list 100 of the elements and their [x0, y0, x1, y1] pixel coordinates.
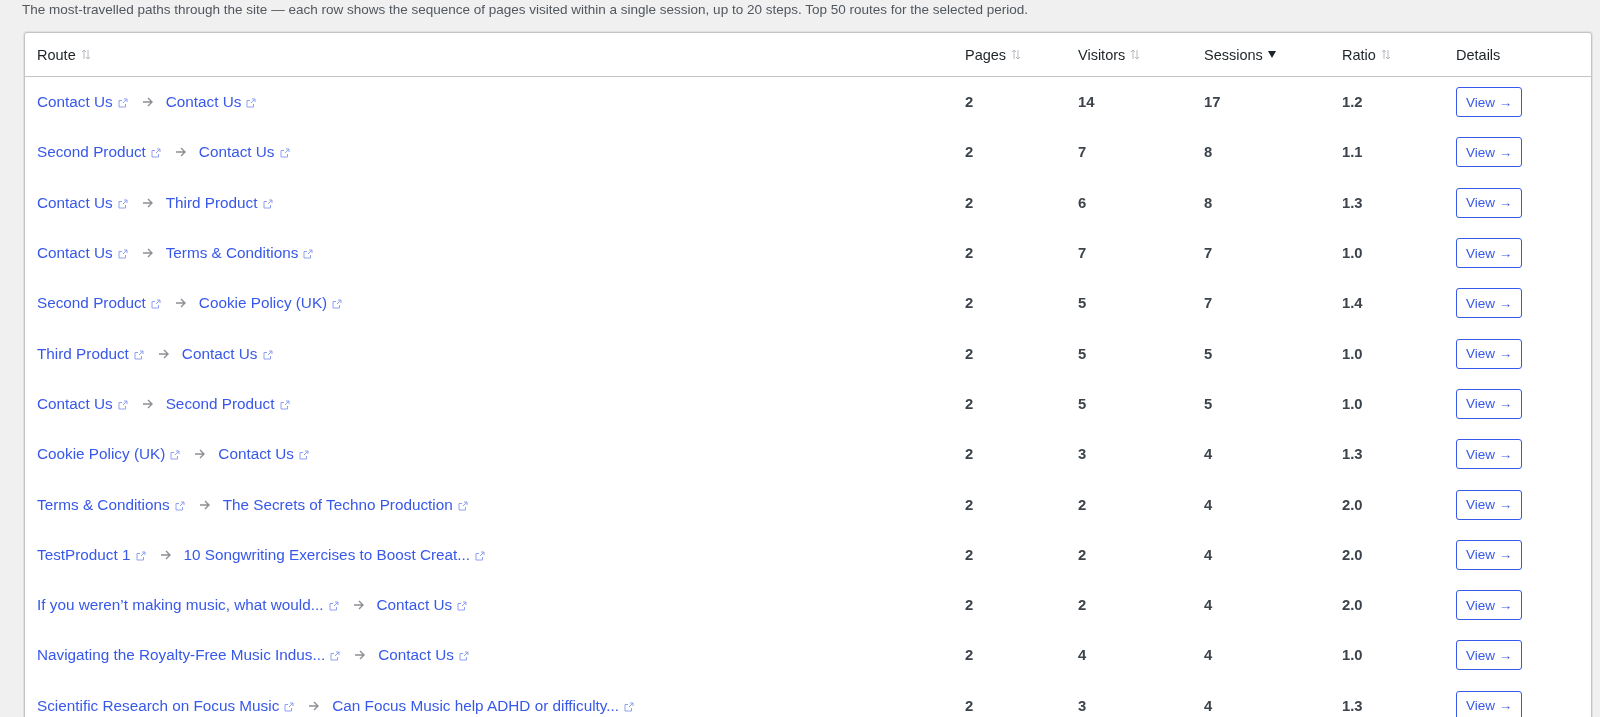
table-cell: 7: [1078, 245, 1087, 262]
page-link[interactable]: Contact Us: [378, 646, 454, 665]
external-link-icon[interactable]: [246, 98, 257, 109]
column-header[interactable]: Sessions: [1204, 46, 1276, 63]
external-link-icon[interactable]: [150, 148, 161, 159]
view-button[interactable]: View →: [1456, 489, 1523, 520]
arrow-right-icon: [141, 248, 154, 259]
external-link-icon[interactable]: [133, 349, 144, 360]
table-cell: 5: [1204, 395, 1213, 412]
page-link[interactable]: Second Product: [37, 294, 146, 313]
page-link[interactable]: Third Product: [37, 344, 129, 363]
sort-icon: [1380, 49, 1391, 60]
page-link[interactable]: Contact Us: [376, 596, 453, 615]
external-link-icon[interactable]: [135, 550, 146, 561]
external-link-icon[interactable]: [279, 148, 290, 159]
table-cell: 7: [1204, 245, 1213, 262]
page-link[interactable]: TestProduct 1: [37, 545, 131, 564]
column-header[interactable]: Pages: [965, 46, 1022, 63]
page-link[interactable]: Terms & Conditions: [165, 244, 299, 263]
table-cell: 1.2: [1342, 94, 1363, 111]
page-link[interactable]: Contact Us: [37, 93, 113, 112]
view-button[interactable]: View →: [1456, 238, 1523, 269]
external-link-icon[interactable]: [328, 601, 339, 612]
page-link[interactable]: Contact Us: [218, 445, 295, 464]
table-cell: 2: [965, 395, 974, 412]
external-link-icon[interactable]: [117, 98, 128, 109]
external-link-icon[interactable]: [624, 701, 635, 712]
arrow-right-icon: [198, 499, 211, 510]
page-link[interactable]: Contact Us: [37, 244, 113, 263]
table-cell: 2: [965, 295, 974, 312]
table-cell: 1.0: [1342, 245, 1363, 262]
arrow-right-icon: [174, 298, 187, 309]
external-link-icon[interactable]: [170, 450, 181, 461]
table-cell: 1.3: [1342, 194, 1363, 211]
table-cell: 4: [1204, 697, 1213, 714]
table-cell: 4: [1204, 647, 1213, 664]
table-cell: 2: [965, 496, 974, 513]
page-link[interactable]: If you weren’t making music, what would...: [37, 596, 324, 615]
page-link[interactable]: Contact Us: [181, 344, 258, 363]
view-button[interactable]: View →: [1456, 87, 1523, 118]
table-cell: 2: [965, 245, 974, 262]
table-cell: 2: [965, 94, 974, 111]
page-link[interactable]: Can Focus Music help ADHD or difficulty...: [332, 696, 620, 715]
external-link-icon[interactable]: [150, 299, 161, 310]
view-button[interactable]: View →: [1456, 187, 1523, 218]
external-link-icon[interactable]: [303, 249, 314, 260]
table-cell: 2: [965, 697, 974, 714]
arrow-right-icon: [141, 197, 154, 208]
table-cell: 7: [1204, 295, 1213, 312]
page-link[interactable]: Navigating the Royalty-Free Music Indus...: [37, 646, 326, 665]
view-button[interactable]: View →: [1456, 539, 1523, 570]
page-link[interactable]: Contact Us: [37, 193, 113, 212]
view-button[interactable]: View →: [1456, 338, 1523, 369]
view-button[interactable]: View →: [1456, 590, 1523, 621]
table-cell: 1.3: [1342, 446, 1363, 463]
page-link[interactable]: Second Product: [165, 394, 275, 413]
external-link-icon[interactable]: [174, 500, 185, 511]
external-link-icon[interactable]: [262, 198, 273, 209]
external-link-icon[interactable]: [117, 249, 128, 260]
external-link-icon[interactable]: [299, 450, 310, 461]
external-link-icon[interactable]: [457, 500, 468, 511]
table-cell: 4: [1204, 546, 1213, 563]
external-link-icon[interactable]: [458, 651, 469, 662]
external-link-icon[interactable]: [330, 651, 341, 662]
table-cell: 1.4: [1342, 295, 1363, 312]
page-link[interactable]: Cookie Policy (UK): [198, 294, 328, 313]
page-link[interactable]: Scientific Research on Focus Music: [37, 696, 280, 715]
column-header[interactable]: Ratio: [1342, 46, 1391, 63]
view-button[interactable]: View →: [1456, 640, 1523, 671]
page-link[interactable]: Cookie Policy (UK): [37, 445, 166, 464]
view-button[interactable]: View →: [1456, 288, 1523, 319]
page-link[interactable]: Terms & Conditions: [37, 495, 170, 514]
view-button[interactable]: View →: [1456, 690, 1523, 717]
page-link[interactable]: Contact Us: [198, 143, 275, 162]
page-link[interactable]: 10 Songwriting Exercises to Boost Creat...: [183, 545, 471, 564]
column-header[interactable]: Route: [37, 46, 91, 63]
description-text: The most-travelled paths through the site — each row shows the sequence of pages visited within a single session, up to 20 steps. Top 50 routes for the selected period.: [21, 1, 1030, 18]
external-link-icon[interactable]: [117, 399, 128, 410]
external-link-icon[interactable]: [117, 198, 128, 209]
table-cell: 1.0: [1342, 395, 1363, 412]
table-cell: 2: [965, 345, 974, 362]
external-link-icon[interactable]: [457, 601, 468, 612]
page-link[interactable]: Third Product: [165, 193, 258, 212]
column-header: Details: [1456, 46, 1501, 63]
page-link[interactable]: Contact Us: [37, 394, 113, 413]
table-cell: 2.0: [1342, 597, 1363, 614]
page-link[interactable]: The Secrets of Techno Production: [222, 495, 453, 514]
view-button[interactable]: View →: [1456, 388, 1523, 419]
page-link[interactable]: Contact Us: [165, 93, 242, 112]
table-cell: 1.0: [1342, 345, 1363, 362]
external-link-icon[interactable]: [475, 550, 486, 561]
external-link-icon[interactable]: [279, 399, 290, 410]
external-link-icon[interactable]: [262, 349, 273, 360]
external-link-icon[interactable]: [332, 299, 343, 310]
page-link[interactable]: Second Product: [37, 143, 146, 162]
table-cell: 2: [965, 546, 974, 563]
column-header[interactable]: Visitors: [1078, 46, 1141, 63]
external-link-icon[interactable]: [284, 701, 295, 712]
view-button[interactable]: View →: [1456, 439, 1523, 470]
view-button[interactable]: View →: [1456, 137, 1523, 168]
